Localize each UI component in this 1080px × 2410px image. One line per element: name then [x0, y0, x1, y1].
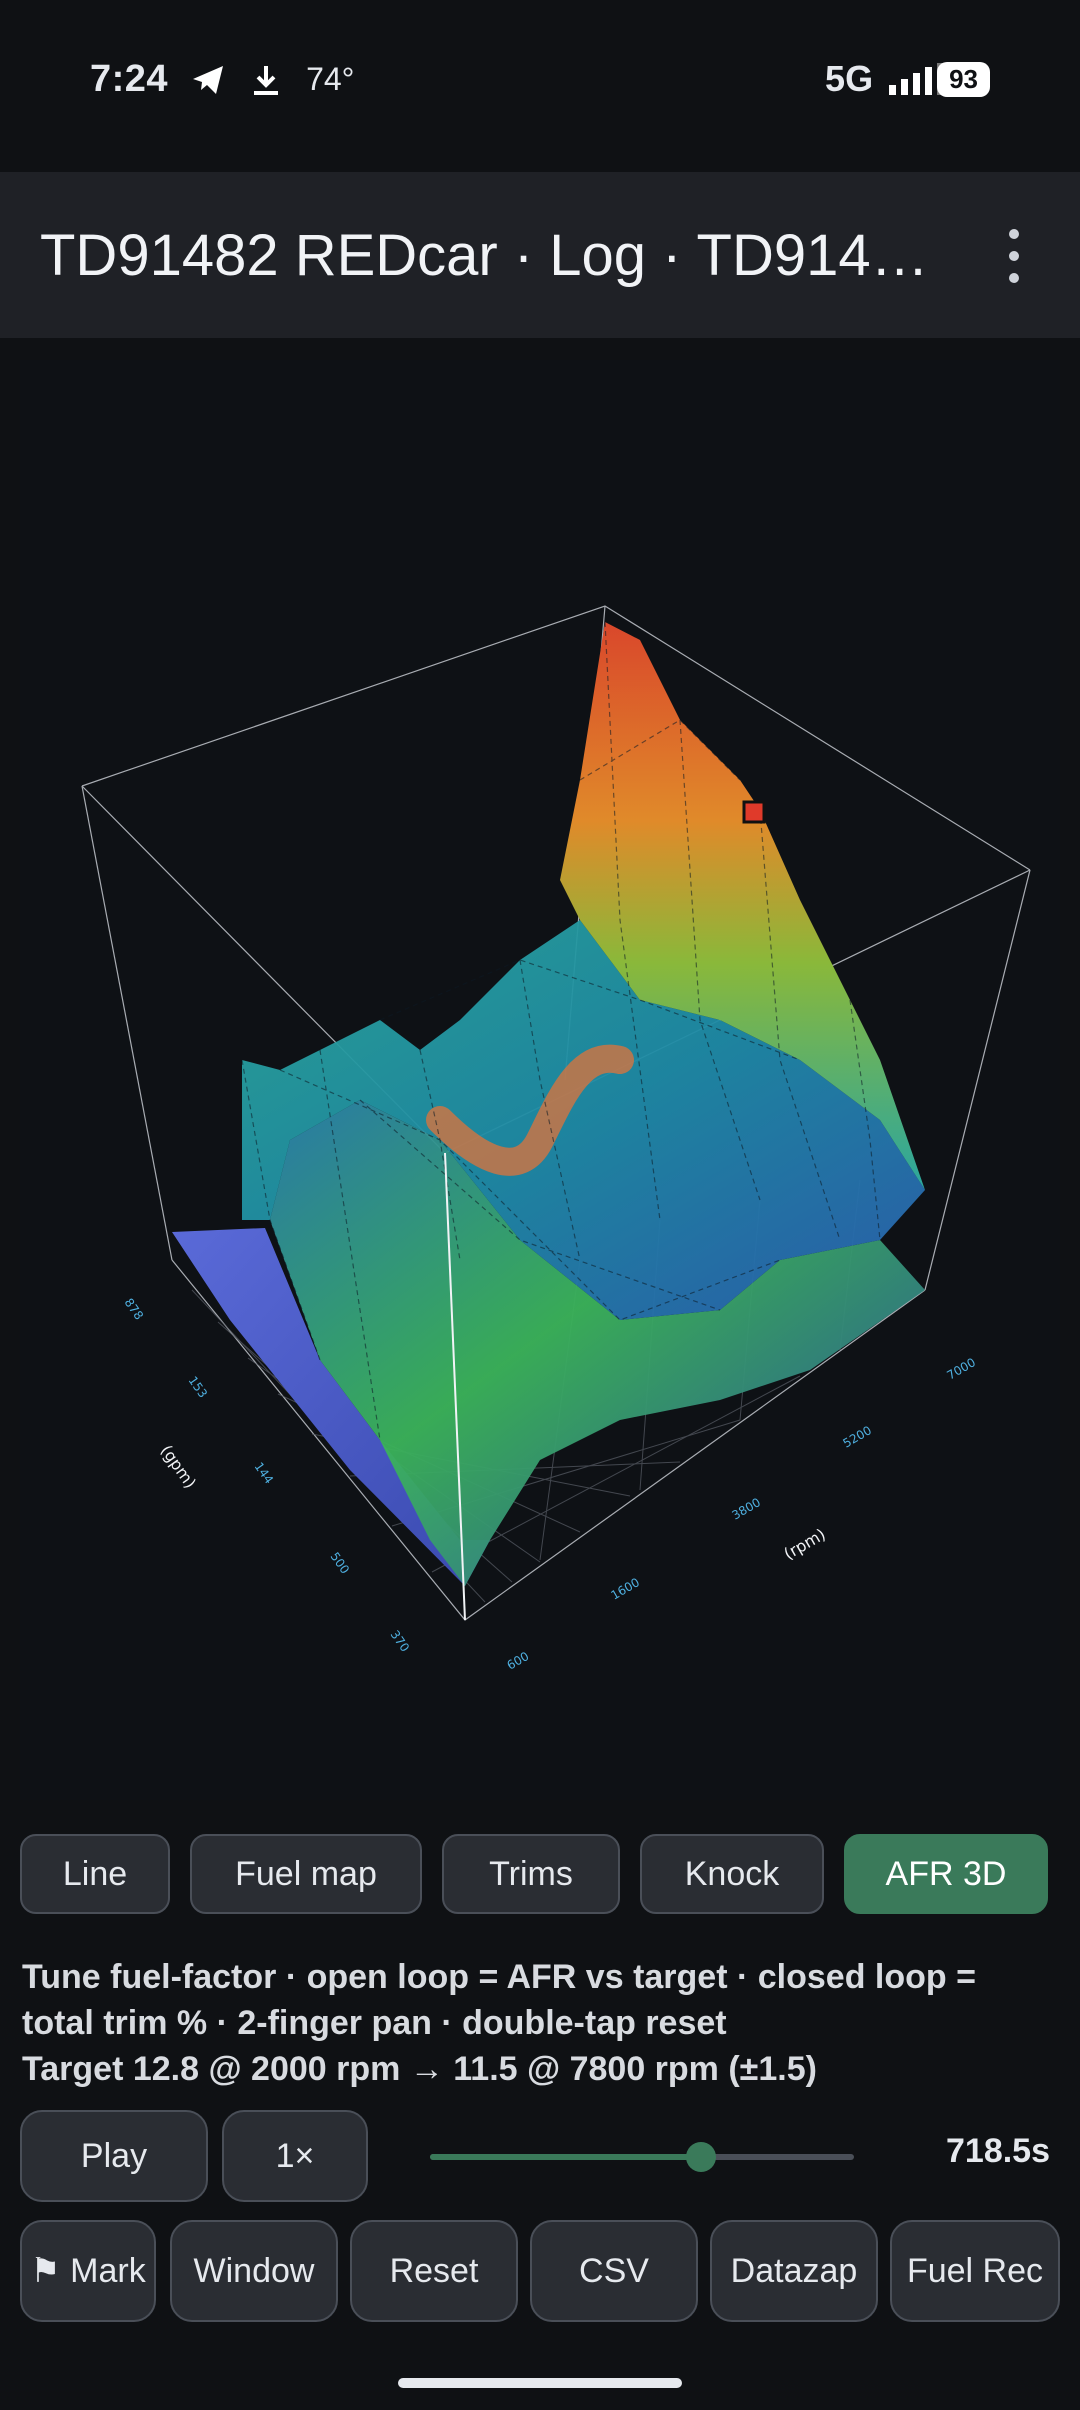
playback-controls: Play 1× 718.5s [20, 2110, 1060, 2204]
live-marker [742, 800, 766, 824]
y-tick-2: 144 [252, 1460, 277, 1487]
telegram-icon [190, 62, 226, 98]
tab-afr-3d[interactable]: AFR 3D [844, 1834, 1048, 1914]
battery-level: 93 [937, 61, 990, 97]
timeline-slider-thumb[interactable] [686, 2142, 717, 2172]
fuel-rec-button[interactable]: Fuel Rec [890, 2220, 1060, 2322]
app-header: TD91482 REDcar · Log · TD91482... [0, 172, 1080, 338]
status-bar: 7:24 74° 5G 93 [0, 0, 1080, 170]
tab-knock[interactable]: Knock [640, 1834, 824, 1914]
mark-button[interactable]: ⚑ Mark [20, 2220, 156, 2322]
afr-3d-plot[interactable]: 600 1600 3800 5200 7000 (rpm) 370 500 14… [20, 360, 1060, 1800]
y-axis-label: (gpm) [157, 1441, 200, 1492]
x-tick-4: 7000 [945, 1355, 978, 1382]
signal-icon [887, 61, 945, 97]
play-button[interactable]: Play [20, 2110, 208, 2202]
x-tick-3: 5200 [841, 1423, 874, 1450]
time-readout: 718.5s [946, 2132, 1050, 2170]
info-line-2: total trim % · 2-finger pan · double-tap… [22, 2004, 727, 2042]
x-axis-label: (rpm) [781, 1525, 829, 1564]
action-buttons: ⚑ Mark Window Reset CSV Datazap Fuel Rec [20, 2220, 1060, 2324]
tab-fuel-map[interactable]: Fuel map [190, 1834, 422, 1914]
status-right: 5G 93 [825, 58, 990, 100]
y-tick-3: 153 [186, 1374, 211, 1401]
y-tick-0: 370 [388, 1628, 413, 1655]
info-line-1: Tune fuel-factor · open loop = AFR vs ta… [22, 1958, 976, 1996]
timeline-slider[interactable] [430, 2142, 854, 2172]
status-left: 7:24 74° [90, 58, 354, 101]
x-tick-1: 1600 [609, 1575, 642, 1602]
y-tick-1: 500 [328, 1550, 353, 1577]
status-temperature: 74° [306, 61, 355, 97]
surface-svg: 600 1600 3800 5200 7000 (rpm) 370 500 14… [81, 605, 1031, 1673]
tab-line[interactable]: Line [20, 1834, 170, 1914]
x-tick-0: 600 [505, 1649, 532, 1673]
info-line-3: Target 12.8 @ 2000 rpm → 11.5 @ 7800 rpm… [22, 2050, 817, 2088]
window-button[interactable]: Window [170, 2220, 338, 2322]
download-icon [248, 62, 284, 98]
page-title: TD91482 REDcar · Log · TD91482... [40, 222, 950, 288]
info-text: Tune fuel-factor · open loop = AFR vs ta… [22, 1954, 1062, 2092]
view-tabs: Line Fuel map Trims Knock AFR 3D [20, 1834, 1060, 1918]
tab-trims[interactable]: Trims [442, 1834, 620, 1914]
more-menu-icon[interactable] [994, 222, 1034, 292]
csv-button[interactable]: CSV [530, 2220, 698, 2322]
status-time: 7:24 [90, 58, 169, 100]
timeline-slider-fill [430, 2154, 702, 2160]
datazap-button[interactable]: Datazap [710, 2220, 878, 2322]
speed-button[interactable]: 1× [222, 2110, 368, 2202]
x-tick-2: 3800 [730, 1495, 763, 1522]
home-indicator [398, 2378, 682, 2388]
network-label: 5G [825, 58, 874, 99]
reset-button[interactable]: Reset [350, 2220, 518, 2322]
y-tick-4: 878 [122, 1296, 147, 1323]
